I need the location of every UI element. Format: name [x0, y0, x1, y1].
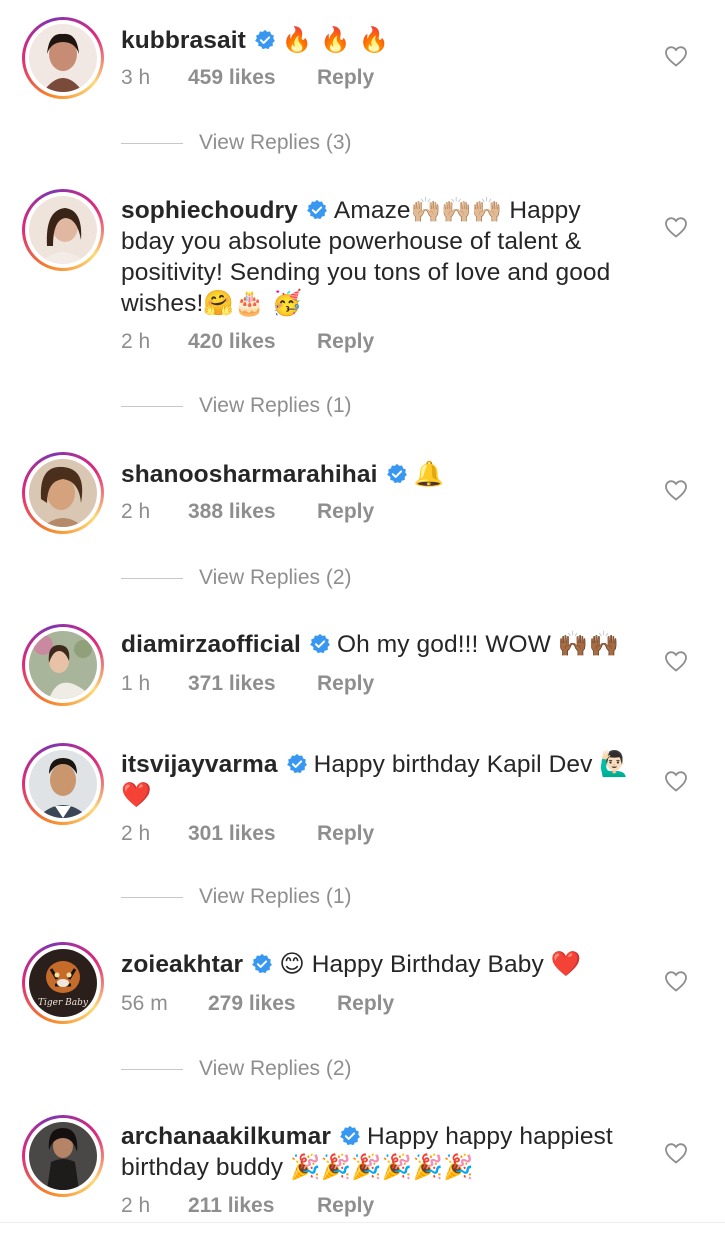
verified-badge-icon: [386, 463, 407, 484]
comment-time: 2 h: [121, 1194, 151, 1217]
avatar[interactable]: [29, 750, 97, 818]
like-heart-icon[interactable]: [664, 479, 688, 501]
avatar-story-ring[interactable]: Tiger Baby: [22, 942, 104, 1024]
comment-likes[interactable]: 301 likes: [188, 821, 276, 847]
verified-badge-icon: [340, 1125, 360, 1146]
divider-line: [121, 897, 183, 898]
comment-text: diamirzaofficial Oh my god!!! WOW 🙌🏾🙌🏾: [121, 629, 641, 660]
like-heart-icon[interactable]: [664, 45, 688, 67]
reply-button[interactable]: Reply: [317, 65, 374, 91]
comment-time: 2 h: [121, 330, 151, 353]
comment-text: shanoosharmarahihai 🔔: [121, 458, 641, 490]
comment-username[interactable]: diamirzaofficial: [121, 631, 301, 658]
verified-badge-icon: [310, 633, 330, 654]
view-replies-label: View Replies (2): [199, 1057, 352, 1080]
view-replies-label: View Replies (1): [199, 394, 352, 417]
divider-line: [121, 406, 183, 407]
avatar[interactable]: [29, 631, 97, 699]
like-heart-icon[interactable]: [664, 770, 688, 792]
like-heart-icon[interactable]: [664, 1142, 688, 1164]
comment-time: 1 h: [121, 672, 151, 695]
comment-username[interactable]: zoieakhtar: [121, 951, 243, 978]
comment-time: 56 m: [121, 992, 168, 1015]
comment-likes[interactable]: 279 likes: [208, 991, 296, 1017]
like-heart-icon[interactable]: [664, 970, 688, 992]
reply-button[interactable]: Reply: [317, 821, 374, 847]
divider-line: [121, 578, 183, 579]
comment-text: itsvijayvarma Happy birthday Kapil Dev 🙋🏻…: [121, 749, 641, 811]
comment-likes[interactable]: 211 likes: [188, 1193, 274, 1219]
avatar[interactable]: [29, 24, 97, 92]
avatar-story-ring[interactable]: [22, 743, 104, 825]
comment-text: kubbrasait 🔥 🔥 🔥: [121, 24, 641, 56]
view-replies-label: View Replies (1): [199, 885, 352, 908]
comment-text: archanaakilkumar Happy happy happiest bir…: [121, 1121, 641, 1183]
divider-line: [121, 1069, 183, 1070]
avatar-story-ring[interactable]: [22, 1115, 104, 1197]
reply-button[interactable]: Reply: [317, 329, 374, 355]
reply-button[interactable]: Reply: [317, 499, 374, 525]
view-replies-label: View Replies (2): [199, 566, 352, 589]
avatar-story-ring[interactable]: [22, 17, 104, 99]
comment-username[interactable]: itsvijayvarma: [121, 751, 278, 778]
reply-button[interactable]: Reply: [337, 991, 394, 1017]
comment-text: zoieakhtar 😊 Happy Birthday Baby ❤️: [121, 949, 641, 980]
comment-likes[interactable]: 420 likes: [188, 329, 276, 355]
comment-time: 2 h: [121, 822, 151, 845]
avatar-story-ring[interactable]: [22, 624, 104, 706]
comment-username[interactable]: kubbrasait: [121, 27, 246, 54]
comment-emoji: 🔔: [413, 459, 445, 488]
comment-likes[interactable]: 371 likes: [188, 671, 276, 697]
comment-likes[interactable]: 459 likes: [188, 65, 276, 91]
bottom-divider: [0, 1222, 725, 1223]
view-replies-label: View Replies (3): [199, 131, 352, 154]
reply-button[interactable]: Reply: [317, 671, 374, 697]
comment-username[interactable]: sophiechoudry: [121, 197, 298, 224]
comment-username[interactable]: shanoosharmarahihai: [121, 461, 378, 488]
avatar-story-ring[interactable]: [22, 189, 104, 271]
avatar[interactable]: [29, 196, 97, 264]
comment-username[interactable]: archanaakilkumar: [121, 1123, 331, 1150]
comment-text: sophiechoudry Amaze🙌🏼🙌🏼🙌🏼 Happy bday you …: [121, 195, 641, 319]
reply-button[interactable]: Reply: [317, 1193, 374, 1219]
svg-text:Tiger Baby: Tiger Baby: [38, 998, 89, 1008]
like-heart-icon[interactable]: [664, 216, 688, 238]
comment-emoji: 🔥 🔥 🔥: [281, 25, 390, 54]
verified-badge-icon: [252, 953, 273, 974]
like-heart-icon[interactable]: [664, 650, 688, 672]
verified-badge-icon: [307, 199, 327, 220]
avatar-story-ring[interactable]: [22, 452, 104, 534]
verified-badge-icon: [255, 29, 275, 50]
divider-line: [121, 143, 183, 144]
avatar[interactable]: [29, 459, 97, 527]
verified-badge-icon: [286, 753, 307, 774]
avatar[interactable]: [29, 1122, 97, 1190]
comment-time: 2 h: [121, 500, 151, 523]
comment-body: Oh my god!!! WOW 🙌🏾🙌🏾: [336, 631, 620, 658]
comment-body: 😊 Happy Birthday Baby ❤️: [279, 951, 582, 978]
comment-time: 3 h: [121, 66, 151, 89]
comment-likes[interactable]: 388 likes: [188, 499, 276, 525]
avatar[interactable]: Tiger Baby: [29, 949, 97, 1017]
